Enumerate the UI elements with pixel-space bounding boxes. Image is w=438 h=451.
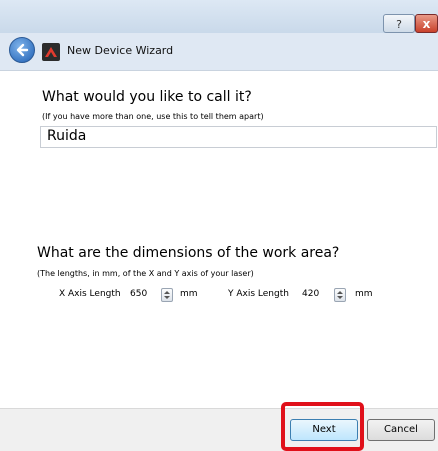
back-button[interactable]: [9, 37, 35, 63]
name-hint: (If you have more than one, use this to …: [42, 112, 264, 121]
wizard-footer: Next Cancel: [0, 408, 438, 451]
back-arrow-icon: [16, 43, 29, 57]
dimensions-question: What are the dimensions of the work area…: [37, 245, 340, 261]
x-axis-label: X Axis Length: [59, 289, 121, 299]
y-axis-label: Y Axis Length: [228, 289, 289, 299]
cancel-button[interactable]: Cancel: [367, 419, 435, 441]
next-highlight-annotation: [281, 402, 364, 451]
wizard-header: New Device Wizard: [0, 33, 438, 70]
y-axis-value-input[interactable]: 420: [302, 289, 319, 299]
name-question: What would you like to call it?: [42, 89, 252, 105]
help-button[interactable]: ?: [383, 14, 415, 33]
y-axis-spinner[interactable]: [334, 288, 346, 302]
wizard-content: What would you like to call it? (If you …: [0, 70, 438, 408]
app-logo-icon: [42, 43, 60, 61]
dimensions-hint: (The lengths, in mm, of the X and Y axis…: [37, 269, 254, 278]
dimensions-row: X Axis Length 650 mm Y Axis Length 420 m…: [0, 285, 438, 305]
y-axis-unit: mm: [355, 289, 373, 299]
x-axis-spinner[interactable]: [161, 288, 173, 302]
x-axis-value-input[interactable]: 650: [130, 289, 147, 299]
x-axis-unit: mm: [180, 289, 198, 299]
device-name-input[interactable]: Ruida: [40, 126, 437, 148]
close-button[interactable]: x: [415, 14, 438, 33]
title-bar: ? x: [0, 0, 438, 33]
wizard-title: New Device Wizard: [67, 44, 174, 57]
